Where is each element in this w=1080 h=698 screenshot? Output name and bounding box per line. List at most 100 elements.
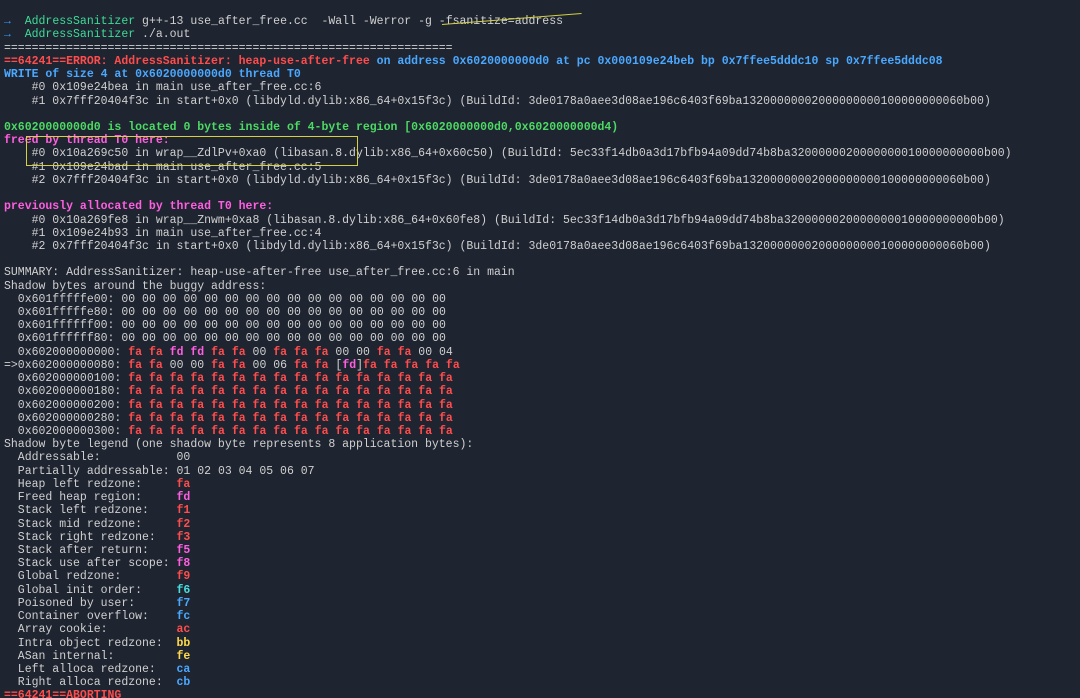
legend-label: Freed heap region: — [4, 491, 177, 504]
shadow-addr: 0x602000000300: — [4, 425, 121, 438]
legend-label: Partially addressable: — [4, 465, 177, 478]
shadow-byte: 00 — [142, 332, 156, 345]
shadow-byte: fd — [342, 359, 356, 372]
shadow-byte: fa — [418, 425, 432, 438]
shadow-byte: fa — [253, 425, 267, 438]
legend-code: f2 — [177, 518, 191, 531]
shadow-byte: fa — [128, 385, 142, 398]
terminal-output[interactable]: → AddressSanitizer g++-13 use_after_free… — [0, 0, 1080, 698]
shadow-byte: fa — [232, 346, 246, 359]
shadow-byte: fa — [273, 372, 287, 385]
shadow-byte: fa — [439, 412, 453, 425]
shadow-byte: fa — [190, 372, 204, 385]
shadow-byte: fa — [149, 425, 163, 438]
shadow-byte: 00 — [163, 332, 177, 345]
shadow-byte: 00 — [356, 346, 370, 359]
legend-label: Left alloca redzone: — [4, 663, 177, 676]
shadow-byte: 00 — [411, 293, 425, 306]
shadow-byte: fa — [211, 359, 225, 372]
shadow-byte: 00 — [308, 293, 322, 306]
shadow-byte: 04 — [439, 346, 453, 359]
legend-label: ASan internal: — [4, 650, 177, 663]
shadow-byte: fa — [377, 412, 391, 425]
shadow-byte: 00 — [142, 293, 156, 306]
legend-code: f8 — [177, 557, 191, 570]
shadow-byte: fa — [170, 425, 184, 438]
shadow-byte: 00 — [349, 319, 363, 332]
shadow-byte: 00 — [411, 319, 425, 332]
shadow-byte: 00 — [391, 332, 405, 345]
prompt-arrow: → — [4, 28, 11, 41]
shadow-byte: fa — [232, 385, 246, 398]
shadow-byte: fa — [211, 412, 225, 425]
shadow-byte: 00 — [335, 346, 349, 359]
shadow-byte: fa — [149, 412, 163, 425]
shadow-byte: fa — [377, 372, 391, 385]
shadow-byte: 00 — [287, 332, 301, 345]
shadow-byte: fa — [439, 425, 453, 438]
shadow-byte: fa — [356, 372, 370, 385]
legend-label: Global redzone: — [4, 570, 177, 583]
legend-code: bb — [177, 637, 191, 650]
legend-label: Intra object redzone: — [4, 637, 177, 650]
shadow-addr: 0x602000000000: — [4, 346, 121, 359]
shadow-byte: 00 — [246, 293, 260, 306]
shadow-byte: fa — [356, 399, 370, 412]
stack-line-highlighted: #1 0x109e24bad in main use_after_free.cc… — [4, 161, 321, 174]
shadow-byte: fa — [149, 399, 163, 412]
located-text: is located 0 bytes inside of 4-byte regi… — [101, 121, 619, 134]
shadow-addr: 0x602000000100: — [4, 372, 121, 385]
shadow-byte: 00 — [204, 332, 218, 345]
shadow-byte: fa — [253, 372, 267, 385]
stack-line: #0 0x109e24bea in main use_after_free.cc… — [4, 81, 321, 94]
asan-error-detail: on address 0x6020000000d0 at pc 0x000109… — [377, 55, 943, 68]
shadow-addr: 0x602000000200: — [4, 399, 121, 412]
shadow-addr: 0x602000000280: — [4, 412, 121, 425]
legend-code: cb — [177, 676, 191, 689]
legend-label: Stack after return: — [4, 544, 177, 557]
shadow-byte: fa — [128, 359, 142, 372]
shadow-byte: fa — [439, 385, 453, 398]
legend-label: Poisoned by user: — [4, 597, 177, 610]
shadow-byte: 00 — [142, 306, 156, 319]
shadow-byte: fa — [335, 412, 349, 425]
shadow-byte: fa — [149, 372, 163, 385]
shadow-byte: fa — [315, 425, 329, 438]
shadow-byte: 00 — [225, 306, 239, 319]
shadow-byte: 00 — [370, 332, 384, 345]
shadow-byte: fa — [232, 425, 246, 438]
separator: ========================================… — [4, 42, 453, 55]
shadow-byte: fa — [335, 385, 349, 398]
shadow-byte: fa — [211, 346, 225, 359]
shadow-byte: fa — [211, 425, 225, 438]
alloc-header: previously allocated by thread T0 here: — [4, 200, 273, 213]
shadow-byte: fa — [253, 385, 267, 398]
shadow-byte: fa — [294, 412, 308, 425]
shadow-byte: 00 — [391, 306, 405, 319]
shadow-byte: 00 — [142, 319, 156, 332]
shadow-byte: 00 — [183, 306, 197, 319]
shadow-byte: fa — [149, 359, 163, 372]
shadow-byte: 00 — [329, 332, 343, 345]
shadow-byte: fa — [398, 425, 412, 438]
shadow-byte: fa — [377, 385, 391, 398]
shadow-byte: fa — [273, 412, 287, 425]
stack-line: #2 0x7fff20404f3c in start+0x0 (libdyld.… — [4, 240, 991, 253]
legend-code: fe — [177, 650, 191, 663]
shadow-byte: 00 — [329, 293, 343, 306]
stack-line: #1 0x7fff20404f3c in start+0x0 (libdyld.… — [4, 95, 991, 108]
shadow-addr: 0x601ffffff80: — [4, 332, 114, 345]
legend-code: 01 02 03 04 05 06 07 — [177, 465, 315, 478]
shadow-byte: 00 — [163, 306, 177, 319]
shadow-byte: 00 — [163, 293, 177, 306]
shadow-byte: 00 — [370, 293, 384, 306]
shadow-byte: fa — [384, 359, 398, 372]
stack-line: #1 0x109e24b93 in main use_after_free.cc… — [4, 227, 321, 240]
compile-command: g++-13 use_after_free.cc -Wall -Werror -… — [142, 15, 563, 28]
shadow-byte: fa — [294, 359, 308, 372]
shadow-byte: 00 — [253, 346, 267, 359]
shadow-byte: fa — [418, 372, 432, 385]
shadow-byte: 00 — [204, 293, 218, 306]
shadow-byte: 00 — [349, 306, 363, 319]
shadow-byte: fa — [294, 385, 308, 398]
